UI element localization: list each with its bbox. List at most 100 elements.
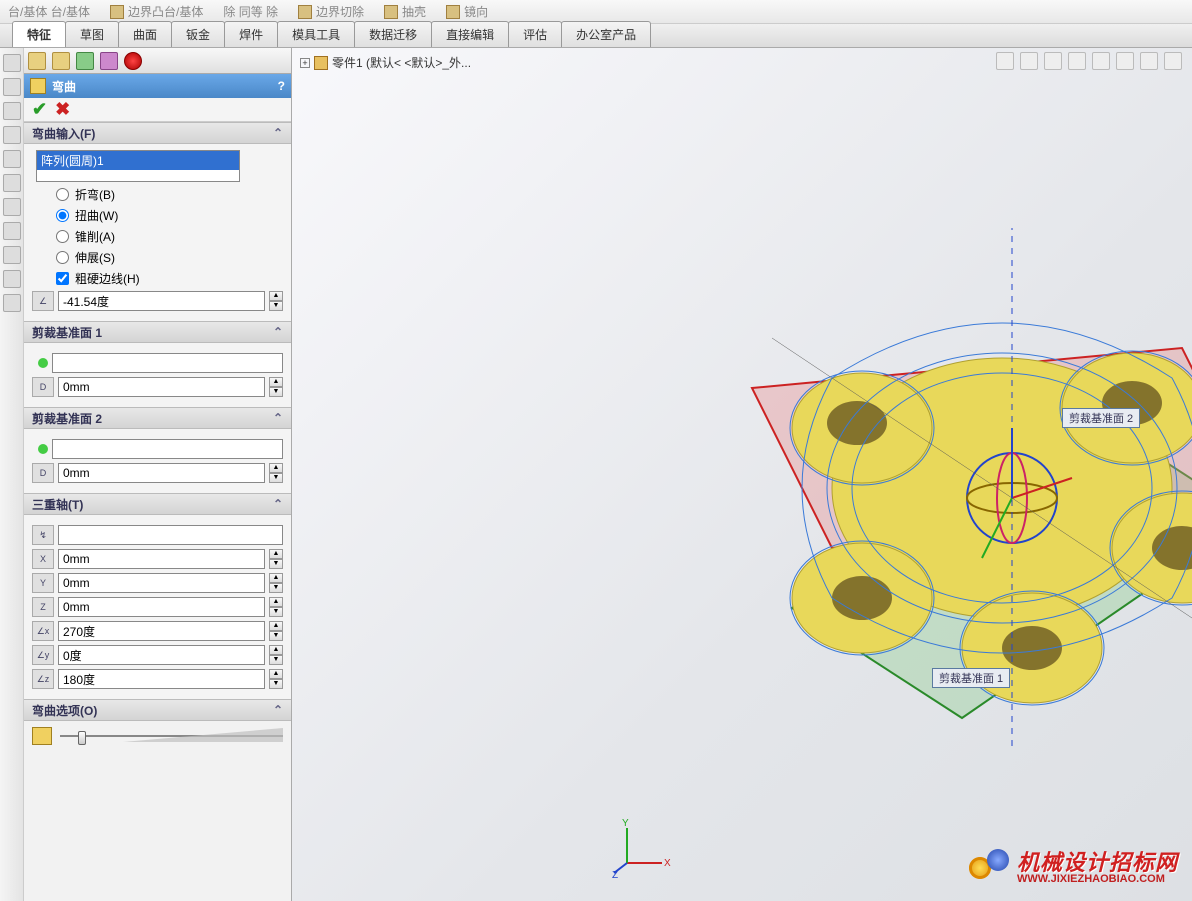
spin-down[interactable]: ▼	[269, 473, 283, 483]
toolbar-item[interactable]: 除 同等 除	[223, 3, 278, 20]
triad-y-input[interactable]	[58, 573, 265, 593]
trim-plane-1-label[interactable]: 剪裁基准面 1	[932, 668, 1010, 688]
expand-icon[interactable]: +	[300, 58, 310, 68]
display-icon[interactable]	[100, 52, 118, 70]
appearance-icon[interactable]	[1164, 52, 1182, 70]
tab-office[interactable]: 办公室产品	[561, 21, 651, 47]
tool-icon[interactable]	[3, 126, 21, 144]
quality-slider[interactable]	[60, 728, 283, 744]
confirm-bar: ✔ ✖	[24, 98, 291, 122]
tab-sketch[interactable]: 草图	[65, 21, 119, 47]
rotate-icon[interactable]	[1044, 52, 1062, 70]
record-icon[interactable]	[124, 52, 142, 70]
viewport[interactable]: + 零件1 (默认< <默认>_外...	[292, 48, 1192, 901]
radio-twist[interactable]	[56, 209, 69, 222]
section-flex-input[interactable]: 弯曲输入(F) ⌃	[24, 122, 291, 144]
tool-icon[interactable]	[3, 246, 21, 264]
cancel-button[interactable]: ✖	[55, 99, 70, 120]
origin-icon: ↯	[32, 525, 54, 545]
section-icon[interactable]	[1068, 52, 1086, 70]
toolbar-item[interactable]: 抽壳	[384, 3, 426, 20]
toolbar-item[interactable]: 台/基体 台/基体	[8, 3, 90, 20]
trim1-distance-input[interactable]	[58, 377, 265, 397]
check-hardedges[interactable]	[56, 272, 69, 285]
breadcrumb[interactable]: + 零件1 (默认< <默认>_外...	[300, 54, 471, 71]
trim2-plane-input[interactable]	[52, 439, 283, 459]
body-selection-list[interactable]: 阵列(圆周)1	[36, 150, 240, 182]
gear-logo-icon	[969, 849, 1011, 887]
radio-bend[interactable]	[56, 188, 69, 201]
tab-datamigration[interactable]: 数据迁移	[354, 21, 432, 47]
trim2-distance-input[interactable]	[58, 463, 265, 483]
tool-icon[interactable]	[3, 198, 21, 216]
tool-icon[interactable]	[3, 102, 21, 120]
rz-icon: ∠z	[32, 669, 54, 689]
collapse-icon[interactable]: ⌃	[273, 411, 283, 425]
section-flex-options[interactable]: 弯曲选项(O) ⌃	[24, 699, 291, 721]
hide-show-icon[interactable]	[1140, 52, 1158, 70]
boundary-cut-icon	[298, 5, 312, 19]
triad-rz-input[interactable]	[58, 669, 265, 689]
tab-weldments[interactable]: 焊件	[224, 21, 278, 47]
spin-down[interactable]: ▼	[269, 387, 283, 397]
spin-down[interactable]: ▼	[269, 301, 283, 311]
tab-surfaces[interactable]: 曲面	[118, 21, 172, 47]
radio-taper[interactable]	[56, 230, 69, 243]
spin-up[interactable]: ▲	[269, 463, 283, 473]
config-icon[interactable]	[76, 52, 94, 70]
tab-directedit[interactable]: 直接编辑	[431, 21, 509, 47]
triad-origin-input[interactable]	[58, 525, 283, 545]
help-button[interactable]: ?	[278, 79, 285, 93]
tab-evaluate[interactable]: 评估	[508, 21, 562, 47]
x-icon: X	[32, 549, 54, 569]
collapse-icon[interactable]: ⌃	[273, 703, 283, 717]
section-triad[interactable]: 三重轴(T) ⌃	[24, 493, 291, 515]
shell-icon	[384, 5, 398, 19]
tab-sheetmetal[interactable]: 钣金	[171, 21, 225, 47]
boundary-boss-icon	[110, 5, 124, 19]
tool-icon[interactable]	[3, 174, 21, 192]
collapse-icon[interactable]: ⌃	[273, 325, 283, 339]
toolbar-item[interactable]: 边界凸台/基体	[110, 3, 203, 20]
collapse-icon[interactable]: ⌃	[273, 497, 283, 511]
zoom-area-icon[interactable]	[1020, 52, 1038, 70]
trim-plane-2-label[interactable]: 剪裁基准面 2	[1062, 408, 1140, 428]
tool-icon[interactable]	[3, 150, 21, 168]
tool-icon[interactable]	[3, 54, 21, 72]
display-style-icon[interactable]	[1092, 52, 1110, 70]
triad-rx-input[interactable]	[58, 621, 265, 641]
ry-icon: ∠y	[32, 645, 54, 665]
distance-icon: D	[32, 377, 54, 397]
tab-moldtools[interactable]: 模具工具	[277, 21, 355, 47]
tool-icon[interactable]	[3, 222, 21, 240]
svg-text:Z: Z	[612, 870, 618, 878]
spin-up[interactable]: ▲	[269, 377, 283, 387]
section-trim1[interactable]: 剪裁基准面 1 ⌃	[24, 321, 291, 343]
tool-icon[interactable]	[3, 294, 21, 312]
radio-stretch[interactable]	[56, 251, 69, 264]
view-orient-icon[interactable]	[1116, 52, 1134, 70]
toolbar-item[interactable]: 边界切除	[298, 3, 364, 20]
selected-body[interactable]: 阵列(圆周)1	[37, 151, 239, 170]
triad-z-input[interactable]	[58, 597, 265, 617]
triad-x-input[interactable]	[58, 549, 265, 569]
trim1-plane-input[interactable]	[52, 353, 283, 373]
watermark-url: WWW.JIXIEZHAOBIAO.COM	[1017, 874, 1178, 885]
zoom-fit-icon[interactable]	[996, 52, 1014, 70]
slider-thumb[interactable]	[78, 731, 86, 745]
flex-icon	[30, 78, 46, 94]
section-trim2[interactable]: 剪裁基准面 2 ⌃	[24, 407, 291, 429]
property-icon[interactable]	[52, 52, 70, 70]
distance-icon: D	[32, 463, 54, 483]
collapse-icon[interactable]: ⌃	[273, 126, 283, 140]
y-icon: Y	[32, 573, 54, 593]
tab-features[interactable]: 特征	[12, 21, 66, 47]
feature-tree-icon[interactable]	[28, 52, 46, 70]
tool-icon[interactable]	[3, 78, 21, 96]
ok-button[interactable]: ✔	[32, 99, 47, 120]
angle-input[interactable]	[58, 291, 265, 311]
tool-icon[interactable]	[3, 270, 21, 288]
spin-up[interactable]: ▲	[269, 291, 283, 301]
triad-ry-input[interactable]	[58, 645, 265, 665]
toolbar-item[interactable]: 镜向	[446, 3, 488, 20]
